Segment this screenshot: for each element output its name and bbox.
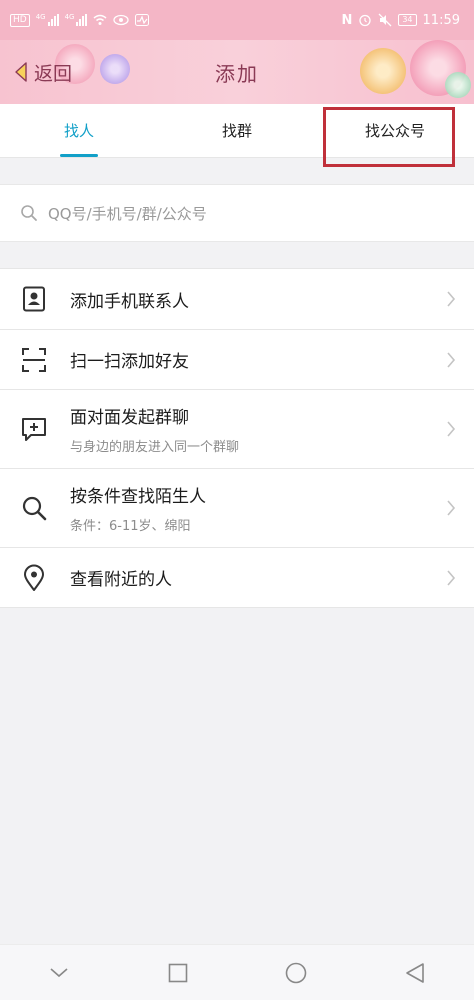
- list-item-face-to-face-group[interactable]: 面对面发起群聊 与身边的朋友进入同一个群聊: [0, 389, 474, 468]
- list-item-title: 添加手机联系人: [70, 291, 189, 312]
- search-input[interactable]: QQ号/手机号/群/公众号: [0, 184, 474, 242]
- system-nav-bar: [0, 944, 474, 1000]
- nav-back-button[interactable]: [385, 953, 445, 993]
- signal-icon: 4G: [36, 14, 59, 26]
- list-item-subtitle: 与身边的朋友进入同一个群聊: [70, 440, 240, 455]
- nav-home-button[interactable]: [266, 953, 326, 993]
- tab-bar: 找人 找群 找公众号: [0, 104, 474, 158]
- eye-icon: [113, 14, 130, 26]
- location-icon: [24, 564, 44, 591]
- search-placeholder: QQ号/手机号/群/公众号: [48, 204, 207, 223]
- status-bar: HD 4G 4G N 34 11:59: [0, 0, 474, 40]
- signal-icon-2: 4G: [65, 14, 88, 26]
- page-title: 添加: [215, 62, 259, 86]
- contacts-icon: [23, 286, 45, 312]
- alarm-icon: [359, 14, 371, 27]
- nav-hide-button[interactable]: [29, 953, 89, 993]
- battery-icon: 34: [398, 14, 417, 26]
- nfc-icon: N: [341, 12, 353, 28]
- chevron-right-icon: [447, 500, 456, 516]
- list-item-title: 查看附近的人: [70, 570, 172, 590]
- chevron-right-icon: [447, 291, 456, 307]
- list-item-find-strangers[interactable]: 按条件查找陌生人 条件：6-11岁、绵阳: [0, 468, 474, 547]
- list-item-add-phone-contacts[interactable]: 添加手机联系人: [0, 269, 474, 329]
- activity-icon: [135, 14, 150, 26]
- header-bar: 返回 添加: [0, 40, 474, 104]
- list-item-title: 扫一扫添加好友: [70, 352, 189, 372]
- clock: 11:59: [422, 12, 460, 28]
- scan-icon: [22, 347, 46, 372]
- list-item-title: 面对面发起群聊: [70, 408, 189, 428]
- chevron-right-icon: [447, 351, 456, 368]
- tab-find-official-account[interactable]: 找公众号: [316, 104, 474, 157]
- square-icon: [168, 963, 188, 982]
- triangle-back-icon: [405, 962, 424, 983]
- chevron-right-icon: [447, 569, 456, 586]
- list-item-nearby-people[interactable]: 查看附近的人: [0, 547, 474, 607]
- add-options-list: 添加手机联系人 扫一扫添加好友 面对面发起群聊 与身边的朋友进入同一个群聊 按条…: [0, 268, 474, 608]
- chevron-down-icon: [50, 967, 68, 977]
- circle-icon: [285, 962, 307, 983]
- chevron-right-icon: [447, 421, 456, 437]
- wifi-icon: [94, 14, 107, 25]
- hd-badge: HD: [10, 13, 30, 27]
- tab-find-people[interactable]: 找人: [0, 104, 158, 157]
- chat-add-icon: [22, 418, 46, 441]
- search-icon: [21, 205, 37, 221]
- list-item-title: 按条件查找陌生人: [70, 487, 206, 507]
- nav-recents-button[interactable]: [148, 953, 208, 993]
- list-item-scan-add-friend[interactable]: 扫一扫添加好友: [0, 329, 474, 389]
- list-item-subtitle: 条件：6-11岁、绵阳: [70, 519, 191, 534]
- mute-icon: [378, 13, 392, 27]
- search-icon: [22, 496, 47, 521]
- tab-find-group[interactable]: 找群: [158, 104, 316, 157]
